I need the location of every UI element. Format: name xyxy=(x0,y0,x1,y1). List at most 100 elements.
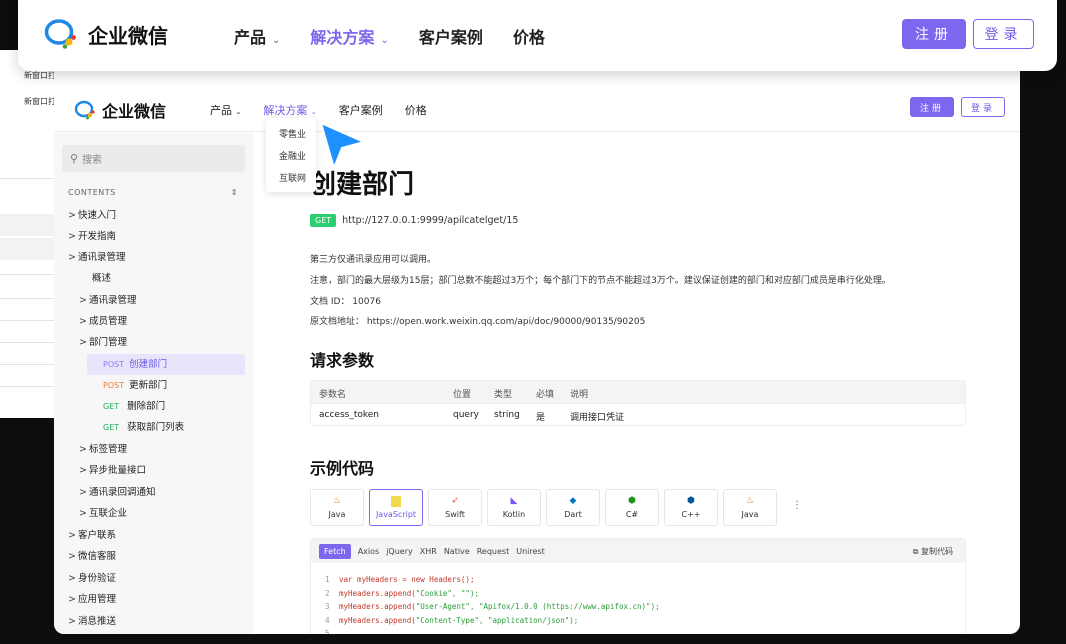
java-icon: ♨ xyxy=(332,496,342,506)
tree-item[interactable]: > 身份验证 xyxy=(68,568,116,589)
tree-item[interactable]: > 微信客服 xyxy=(68,546,116,567)
brand-name: 企业微信 xyxy=(102,102,167,121)
register-button[interactable]: 注册 xyxy=(910,97,954,117)
tree-item[interactable]: > 快速入门 xyxy=(68,205,116,226)
wecom-logo-icon xyxy=(44,19,76,49)
cpp-icon: ⬢ xyxy=(687,496,695,506)
chevron-right-icon: > xyxy=(79,316,87,327)
chevron-right-icon: > xyxy=(68,231,76,242)
chevron-right-icon: > xyxy=(68,551,76,562)
window-nav-menu: 产品 ⌄ 解决方案 ⌄ 客户案例 价格 xyxy=(210,102,427,118)
code-tab-jquery[interactable]: jQuery xyxy=(386,547,413,556)
header-logo[interactable]: 企业微信 xyxy=(44,18,168,50)
lang-java-2[interactable]: ♨ Java xyxy=(723,489,777,526)
brand-name: 企业微信 xyxy=(88,23,168,48)
search-input[interactable]: ⚲ 搜索 xyxy=(62,145,245,172)
code-tab-unirest[interactable]: Unirest xyxy=(516,547,545,556)
lang-csharp[interactable]: ⬢ C# xyxy=(605,489,659,526)
code-tab-request[interactable]: Request xyxy=(477,547,510,556)
tree-item[interactable]: GET 获取部门列表 xyxy=(103,417,184,438)
javascript-icon xyxy=(391,496,401,507)
description-text: 第三方仅通讯录应用可以调用。 xyxy=(310,255,437,265)
chevron-right-icon: > xyxy=(68,252,76,263)
lang-java[interactable]: ♨ Java xyxy=(310,489,364,526)
lang-kotlin[interactable]: ◣ Kotlin xyxy=(487,489,541,526)
window-logo[interactable]: 企业微信 xyxy=(74,98,166,122)
divider xyxy=(0,178,60,179)
tree-item[interactable]: > 客户联系 xyxy=(68,525,116,546)
divider xyxy=(0,320,60,321)
tree-item[interactable]: > 互联企业 xyxy=(79,503,127,524)
tree-item[interactable]: > 通讯录管理 xyxy=(79,290,137,311)
register-button[interactable]: 注册 xyxy=(902,19,966,49)
chevron-down-icon: ⌄ xyxy=(235,108,242,116)
code-tab-xhr[interactable]: XHR xyxy=(420,547,437,556)
nav-item-pricing[interactable]: 价格 xyxy=(405,102,427,118)
doc-source-text[interactable]: 原文档地址： https://open.work.weixin.qq.com/a… xyxy=(310,314,645,327)
tree-item[interactable]: > 成员管理 xyxy=(79,311,127,332)
top-header: 企业微信 产品 ⌄ 解决方案 ⌄ 客户案例 价格 注册 登录 xyxy=(18,0,1057,71)
lang-cpp[interactable]: ⬢ C++ xyxy=(664,489,718,526)
nav-item-solutions[interactable]: 解决方案 ⌄ xyxy=(263,102,316,118)
tree-item[interactable]: 概述 xyxy=(92,268,111,289)
chevron-right-icon: > xyxy=(68,573,76,584)
docs-sidebar: ⚲ 搜索 CONTENTS ⇕ > 快速入门 > 开发指南 > 通讯录管理 概述 > 通… xyxy=(54,133,254,634)
contents-header[interactable]: CONTENTS ⇕ xyxy=(68,188,238,197)
more-options-icon[interactable]: ⋮ xyxy=(792,500,802,511)
sort-toggle-icon[interactable]: ⇕ xyxy=(231,188,238,197)
nav-item-product[interactable]: 产品 ⌄ xyxy=(234,24,280,48)
tree-item[interactable]: POST 更新部门 xyxy=(103,375,167,396)
params-table: 参数名 位置 类型 必填 说明 access_token query strin… xyxy=(310,380,966,426)
tree-item[interactable]: GET 删除部门 xyxy=(103,396,165,417)
nav-item-cases[interactable]: 客户案例 xyxy=(419,24,483,48)
dropdown-item-internet[interactable]: 互联网 xyxy=(266,166,316,188)
search-icon: ⚲ xyxy=(70,152,79,165)
login-button[interactable]: 登录 xyxy=(973,19,1034,49)
chevron-down-icon: ⌄ xyxy=(380,35,389,46)
swift-icon: ➶ xyxy=(451,496,459,506)
method-badge: GET xyxy=(310,214,337,227)
tree-item[interactable]: > 标签管理 xyxy=(79,439,127,460)
pointer-cursor-icon xyxy=(319,121,367,172)
tree-item[interactable]: > 通讯录回调通知 xyxy=(79,482,156,503)
tree-item[interactable]: > 部门管理 xyxy=(79,332,127,353)
header-nav-menu: 产品 ⌄ 解决方案 ⌄ 客户案例 价格 xyxy=(234,24,545,48)
window-navbar: 企业微信 产品 ⌄ 解决方案 ⌄ 客户案例 价格 注册 登录 xyxy=(54,86,1020,132)
code-block: 1 var myHeaders = new Headers(); 2 myHeade… xyxy=(311,563,965,634)
chevron-right-icon: > xyxy=(68,210,76,221)
nav-item-product[interactable]: 产品 ⌄ xyxy=(210,102,241,118)
lang-dart[interactable]: ◆ Dart xyxy=(546,489,600,526)
tree-item[interactable]: > 通讯录管理 xyxy=(68,247,126,268)
background-row xyxy=(0,214,60,236)
login-button[interactable]: 登录 xyxy=(961,97,1005,117)
code-tab-native[interactable]: Native xyxy=(444,547,470,556)
java-icon: ♨ xyxy=(745,496,755,506)
chevron-down-icon: ⌄ xyxy=(310,108,317,116)
code-tab-fetch[interactable]: Fetch xyxy=(319,543,351,559)
code-line: 1 var myHeaders = new Headers(); xyxy=(325,575,475,584)
dropdown-item-retail[interactable]: 零售业 xyxy=(266,122,316,144)
tree-item[interactable]: > 消息推送 xyxy=(68,611,116,632)
lang-javascript[interactable]: JavaScript xyxy=(369,489,423,526)
code-line: 5 xyxy=(325,629,330,634)
lang-swift[interactable]: ➶ Swift xyxy=(428,489,482,526)
nav-item-solutions[interactable]: 解决方案 ⌄ xyxy=(310,24,388,48)
background-tag: 新窗口打 xyxy=(24,97,56,106)
tree-item-selected[interactable]: POST 创建部门 xyxy=(87,354,245,375)
code-sample: Fetch Axios jQuery XHR Native Request Un… xyxy=(310,538,966,634)
tree-item[interactable]: > 应用管理 xyxy=(68,589,116,610)
nav-item-cases[interactable]: 客户案例 xyxy=(339,102,383,118)
tree-item[interactable]: > 开发指南 xyxy=(68,226,116,247)
endpoint-url[interactable]: http://127.0.0.1:9999/apilcatelget/15 xyxy=(342,215,518,226)
tree-item[interactable]: > 异步批量接口 xyxy=(79,460,146,481)
copy-icon: ⧉ xyxy=(912,547,919,556)
chevron-right-icon: > xyxy=(68,530,76,541)
chevron-right-icon: > xyxy=(79,508,87,519)
doc-content: 创建部门 GET http://127.0.0.1:9999/apilcatel… xyxy=(310,133,1020,634)
divider xyxy=(0,298,60,299)
language-selector: ♨ Java JavaScript ➶ Swift ◣ Kotlin ◆ Dart ⬢ C… xyxy=(310,489,777,526)
copy-code-button[interactable]: ⧉ 复制代码 xyxy=(913,546,953,557)
code-tab-axios[interactable]: Axios xyxy=(358,547,380,556)
nav-item-pricing[interactable]: 价格 xyxy=(513,24,545,48)
dropdown-item-finance[interactable]: 金融业 xyxy=(266,144,316,166)
